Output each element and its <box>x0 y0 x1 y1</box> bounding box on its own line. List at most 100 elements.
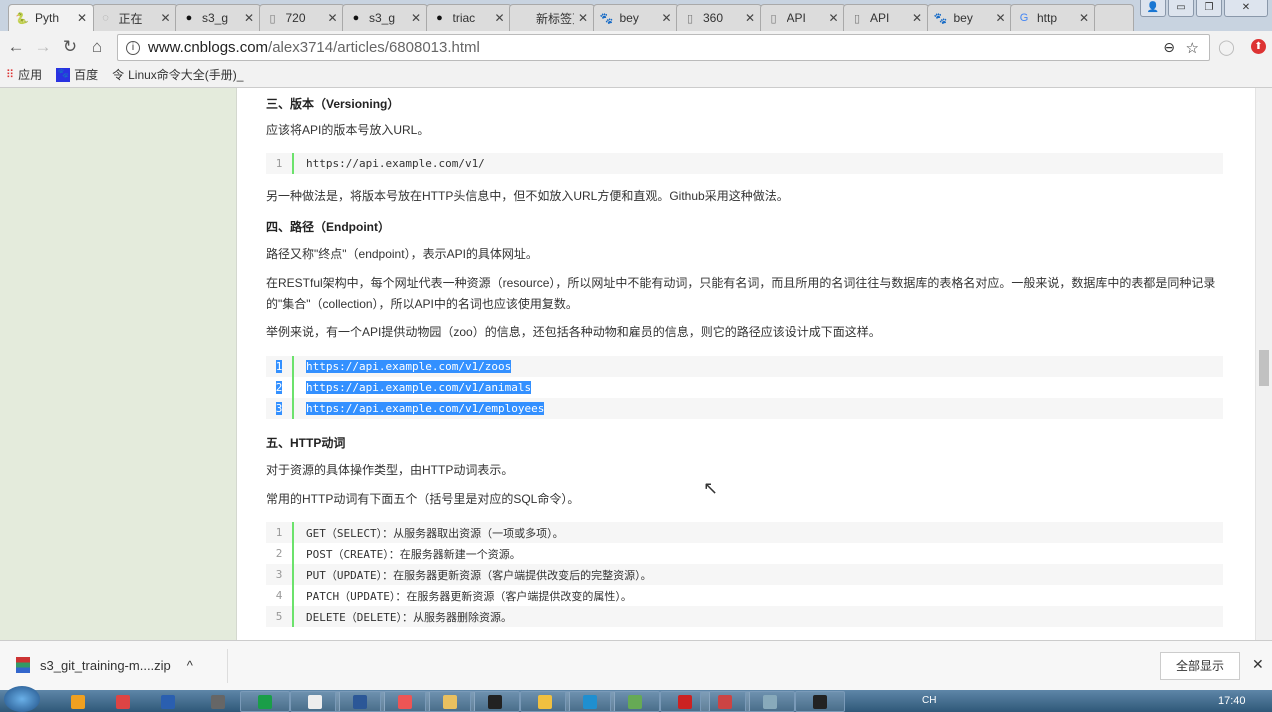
code-block-endpoints[interactable]: 1 https://api.example.com/v1/zoos 2 https:/… <box>266 356 1223 419</box>
info-icon[interactable]: i <box>126 40 140 55</box>
zoom-icon[interactable]: ⊖ <box>1163 39 1175 56</box>
taskbar-app-icon[interactable] <box>470 691 520 712</box>
taskbar-app-icon[interactable] <box>565 691 615 712</box>
code-line: 2 POST（CREATE）：在服务器新建一个资源。 <box>266 543 1223 564</box>
minimize-button[interactable]: ▭ <box>1168 0 1194 17</box>
browser-tab[interactable]: ● s3_g ✕ <box>342 4 428 31</box>
browser-tab[interactable]: ◌ 正在 ✕ <box>91 4 178 31</box>
taskbar-app-icon[interactable] <box>610 691 660 712</box>
close-tab-icon[interactable]: ✕ <box>327 11 337 25</box>
close-tab-icon[interactable]: ✕ <box>244 11 254 25</box>
tab-title: triac <box>452 11 476 25</box>
browser-tab[interactable]: 🐍 Pyth ✕ <box>8 4 94 31</box>
paragraph: 举例来说，有一个API提供动物园（zoo）的信息，还包括各种动物和雇员的信息，则… <box>266 325 881 339</box>
code-text: DELETE（DELETE）：从服务器删除资源。 <box>306 610 512 624</box>
apps-icon: ⠿ <box>6 69 15 81</box>
taskbar-app-icon[interactable] <box>105 691 141 712</box>
extension-upload-icon[interactable]: ⬆ <box>1251 39 1266 54</box>
close-download-bar-button[interactable]: ✕ <box>1252 656 1264 673</box>
scrollbar-thumb[interactable] <box>1259 350 1269 386</box>
back-button[interactable]: ← <box>5 37 27 57</box>
page-content: 三、版本（Versioning） 应该将API的版本号放入URL。 1 https… <box>0 88 1272 640</box>
close-tab-icon[interactable]: ✕ <box>578 11 588 25</box>
browser-tab[interactable]: ▯ 360 ✕ <box>676 4 762 31</box>
document-icon: ▯ <box>853 12 861 25</box>
user-icon[interactable]: 👤 <box>1140 0 1166 17</box>
line-number: 5 <box>266 606 294 627</box>
line-number: 1 <box>266 356 294 377</box>
close-tab-icon[interactable]: ✕ <box>995 11 1005 25</box>
restore-button[interactable]: ❐ <box>1196 0 1222 17</box>
browser-tab[interactable]: 新标签页 ✕ <box>509 4 595 31</box>
taskbar-app-icon[interactable] <box>380 691 430 712</box>
baidu-icon: 🐾 <box>933 12 948 25</box>
taskbar-app-icon[interactable] <box>240 691 290 712</box>
close-tab-icon[interactable]: ✕ <box>77 11 87 25</box>
extension-icon[interactable]: ◯ <box>1218 38 1235 56</box>
forward-button[interactable]: → <box>32 37 54 57</box>
browser-tab[interactable]: 🐾 bey ✕ <box>592 4 679 31</box>
python-icon: 🐍 <box>15 12 29 25</box>
bookmark-star-icon[interactable]: ☆ <box>1186 39 1199 57</box>
code-text: https://api.example.com/v1/employees <box>306 402 545 415</box>
close-tab-icon[interactable]: ✕ <box>411 11 421 25</box>
close-tab-icon[interactable]: ✕ <box>160 11 170 25</box>
taskbar-app-icon[interactable] <box>745 691 795 712</box>
taskbar-app-icon[interactable] <box>335 691 385 712</box>
close-tab-icon[interactable]: ✕ <box>828 11 838 25</box>
taskbar-app-icon[interactable] <box>200 691 236 712</box>
reload-button[interactable]: ↻ <box>59 37 81 57</box>
left-sidebar <box>0 88 237 640</box>
new-tab-button[interactable] <box>1093 4 1134 31</box>
document-icon: ▯ <box>686 12 694 25</box>
line-number: 3 <box>266 398 294 419</box>
tab-title: API <box>870 11 890 25</box>
browser-tab[interactable]: 🐾 bey ✕ <box>926 4 1013 31</box>
browser-tab[interactable]: ▯ 720 ✕ <box>258 4 345 31</box>
taskbar-app-icon[interactable] <box>60 691 96 712</box>
clock[interactable]: 17:40 <box>1218 695 1246 707</box>
bookmark-baidu[interactable]: 🐾 百度 <box>56 66 98 83</box>
code-text: https://api.example.com/v1/animals <box>306 381 532 394</box>
tab-title: http <box>1037 11 1058 25</box>
line-number: 3 <box>266 564 294 585</box>
ime-indicator[interactable]: CH <box>922 695 936 706</box>
taskbar-app-icon[interactable] <box>700 691 750 712</box>
taskbar-app-icon[interactable] <box>520 691 570 712</box>
browser-tab[interactable]: ● s3_g ✕ <box>175 4 261 31</box>
taskbar-app-icon[interactable] <box>150 691 186 712</box>
taskbar-app-icon[interactable] <box>795 691 845 712</box>
vertical-scrollbar[interactable] <box>1255 88 1272 640</box>
bookmark-apps[interactable]: ⠿ 应用 <box>6 66 42 83</box>
browser-tab[interactable]: ▯ API ✕ <box>843 4 929 31</box>
bookmark-linux[interactable]: 令 Linux命令大全(手册)_ <box>112 66 243 83</box>
start-button[interactable] <box>4 686 40 712</box>
show-all-button[interactable]: 全部显示 <box>1160 652 1240 680</box>
tab-title: s3_g <box>369 11 396 25</box>
heading-endpoint: 四、路径（Endpoint） <box>266 220 390 234</box>
loading-icon: ◌ <box>102 12 109 24</box>
close-tab-icon[interactable]: ✕ <box>912 11 922 25</box>
home-button[interactable]: ⌂ <box>86 37 108 57</box>
close-tab-icon[interactable]: ✕ <box>1079 11 1089 25</box>
taskbar-app-icon[interactable] <box>290 691 340 712</box>
code-text: https://api.example.com/v1/ <box>306 157 485 170</box>
tab-title: bey <box>619 11 639 25</box>
address-bar[interactable]: i www.cnblogs.com/alex3714/articles/6808… <box>117 34 1210 61</box>
close-tab-icon[interactable]: ✕ <box>494 11 504 25</box>
download-item[interactable]: s3_git_training-m....zip ^ <box>16 657 193 673</box>
url-path: /alex3714/articles/6808013.html <box>268 39 480 56</box>
taskbar-app-icon[interactable] <box>425 691 475 712</box>
baidu-icon: 🐾 <box>599 12 614 25</box>
line-number: 2 <box>266 543 294 564</box>
tab-title: 正在 <box>118 11 143 26</box>
windows-taskbar: CH 17:40 <box>0 686 1272 712</box>
chevron-up-icon[interactable]: ^ <box>187 658 193 673</box>
browser-tab[interactable]: ▯ API ✕ <box>759 4 846 31</box>
close-tab-icon[interactable]: ✕ <box>661 11 671 25</box>
close-window-button[interactable]: ✕ <box>1224 0 1268 17</box>
browser-tab[interactable]: Ghttp ✕ <box>1010 4 1096 31</box>
close-tab-icon[interactable]: ✕ <box>745 11 755 25</box>
archive-icon <box>16 657 30 673</box>
browser-tab[interactable]: ● triac ✕ <box>425 4 512 31</box>
